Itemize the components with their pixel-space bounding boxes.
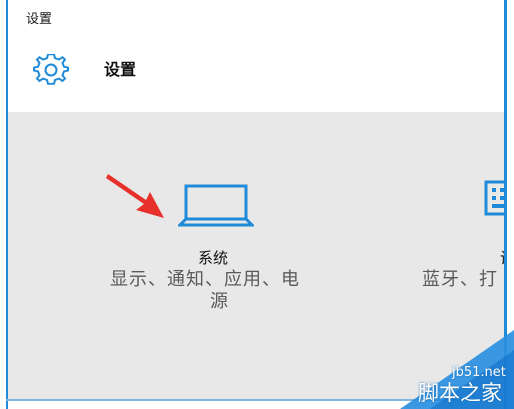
devices-tile-description-line1: 蓝牙、打 — [422, 269, 498, 290]
window-title: 设置 — [26, 12, 53, 27]
watermark-name: 脚本之家 — [418, 381, 502, 405]
page-title: 设置 — [104, 60, 137, 79]
red-arrow-annotation — [106, 174, 164, 218]
devices-tile[interactable]: 设 蓝牙、打 — [410, 174, 504, 324]
window-left-border — [6, 0, 8, 409]
laptop-icon — [178, 184, 254, 227]
system-tile-description-line2: 源 — [210, 291, 229, 312]
watermark-site: jb51.net — [452, 365, 506, 380]
settings-content[interactable]: 系统 显示、通知、应用、电 源 蓝牙、打 — [8, 112, 504, 399]
window-right-border — [504, 0, 507, 409]
device-icon — [484, 180, 504, 216]
system-tile-label: 系统 — [198, 249, 229, 267]
system-tile-description-line1: 显示、通知、应用、电 — [110, 269, 300, 290]
settings-window: 设置 设置 系统 显示、通知、应用、电 源 蓝牙、打 jb51.net 脚本之家 — [0, 0, 514, 409]
gear-icon — [33, 54, 69, 85]
settings-header: 设置 设置 — [8, 0, 504, 112]
